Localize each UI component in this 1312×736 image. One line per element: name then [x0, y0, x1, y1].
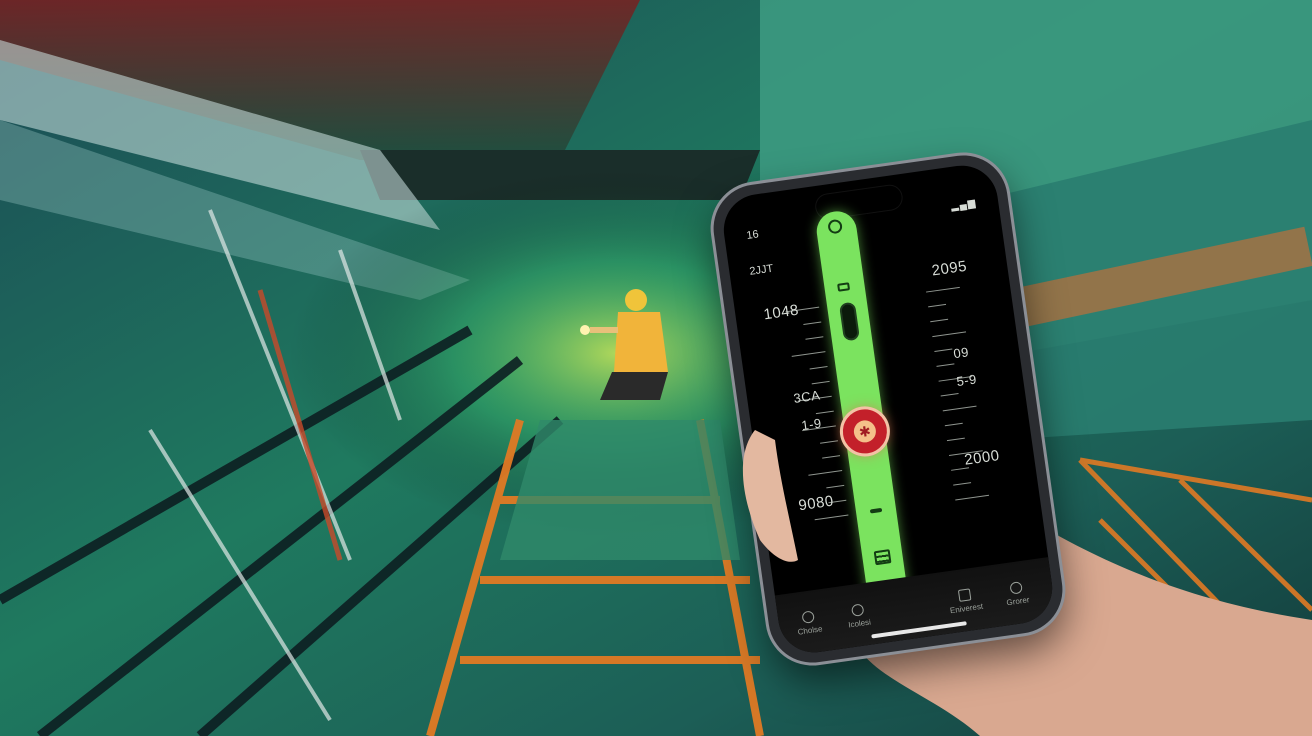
tick: [796, 361, 970, 386]
tick: [800, 391, 974, 416]
tab-label: Icolesi: [847, 617, 872, 630]
tick: [798, 376, 972, 401]
tick: [813, 480, 987, 505]
tab-label: Eniverest: [949, 601, 984, 616]
tab-icolesi[interactable]: Icolesi: [829, 600, 888, 632]
tick: [802, 406, 976, 431]
tab-eniverest[interactable]: Eniverest: [936, 585, 995, 617]
level-bubble[interactable]: ✱: [840, 406, 890, 457]
tick: [810, 465, 984, 490]
tick: [815, 495, 989, 520]
chart-icon: [957, 588, 972, 602]
tick: [794, 346, 968, 371]
tick: [790, 317, 964, 342]
readout-bubble-right: 5-9: [955, 371, 978, 390]
tick: [804, 421, 978, 446]
bubble-icon: ✱: [852, 419, 878, 444]
tick: [787, 302, 961, 327]
person-icon: [1009, 581, 1023, 595]
top-label: 2JJT: [748, 262, 775, 278]
circle-icon: [801, 610, 815, 624]
tick: [785, 287, 959, 312]
phone-screen: 16 ▂▄▆ 2JJT 1048 2095 09 3CA 1-9 5-9 200…: [719, 161, 1057, 657]
marker-icon: [837, 282, 851, 292]
readout-bubble-left-bottom: 1-9: [800, 415, 823, 434]
grid-icon[interactable]: [873, 549, 892, 566]
tick: [808, 450, 982, 475]
hand: [752, 312, 1312, 736]
tab-grorer[interactable]: Grorer: [988, 578, 1047, 610]
circle-icon: [850, 603, 865, 617]
status-time: 16: [745, 228, 760, 242]
tab-label: Cholse: [797, 624, 824, 637]
readout-mid-right: 09: [952, 344, 970, 362]
tab-label: Grorer: [1005, 595, 1031, 608]
tick: [806, 435, 980, 460]
ring-icon[interactable]: [827, 218, 844, 235]
readout-bottom-right: 2000: [963, 447, 1001, 469]
readout-top-right: 2095: [930, 257, 969, 280]
level-dash: [869, 507, 883, 514]
signal-icon: ▂▄▆: [950, 197, 977, 213]
slot-icon[interactable]: [838, 301, 861, 342]
tick: [792, 331, 966, 356]
